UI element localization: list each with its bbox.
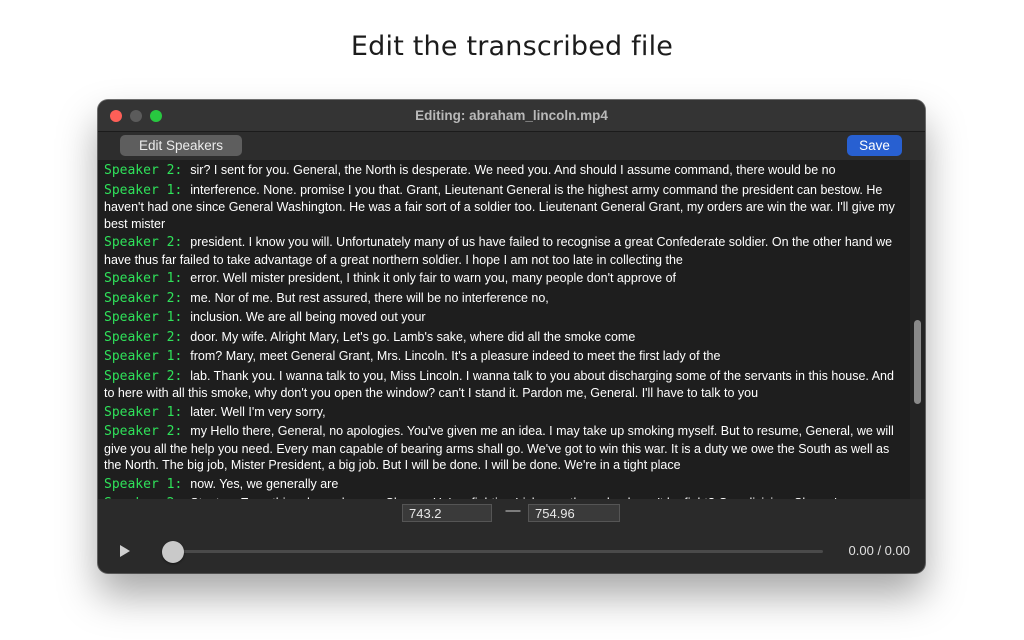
- window-title: Editing: abraham_lincoln.mp4: [415, 108, 608, 123]
- transcript-segment[interactable]: Speaker 1: inclusion. We are all being mo…: [104, 309, 900, 327]
- segment-text[interactable]: from? Mary, meet General Grant, Mrs. Lin…: [190, 349, 720, 363]
- segment-text[interactable]: interference. None. promise I you that. …: [104, 183, 895, 231]
- speaker-label: Speaker 1:: [104, 349, 183, 364]
- seek-track[interactable]: [173, 550, 823, 553]
- transcript-segment[interactable]: Speaker 2: lab. Thank you. I wanna talk t…: [104, 368, 900, 402]
- save-button[interactable]: Save: [847, 135, 902, 156]
- speaker-label: Speaker 2:: [104, 496, 182, 499]
- transcript-scrollbar[interactable]: [910, 160, 925, 499]
- transcript-segment[interactable]: Speaker 1: from? Mary, meet General Grant…: [104, 348, 900, 366]
- transcript-segment[interactable]: Speaker 2: president. I know you will. Un…: [104, 234, 900, 268]
- segment-start-field[interactable]: 743.2: [402, 504, 492, 522]
- transcript-segment[interactable]: Speaker 2: my Hello there, General, no ap…: [104, 423, 900, 474]
- segment-text[interactable]: me. Nor of me. But rest assured, there w…: [190, 291, 549, 305]
- seek-slider-knob[interactable]: [162, 541, 184, 563]
- play-icon[interactable]: [120, 545, 130, 557]
- transcript-segment[interactable]: Speaker 1: error. Well mister president, …: [104, 270, 900, 288]
- transcript-segment[interactable]: Speaker 2: sir? I sent for you. General, …: [104, 162, 900, 180]
- page-heading: Edit the transcribed file: [350, 31, 674, 62]
- segment-text[interactable]: my Hello there, General, no apologies. Y…: [104, 424, 894, 472]
- speaker-label: Speaker 2:: [104, 235, 183, 250]
- segment-text[interactable]: now. Yes, we generally are: [190, 477, 338, 491]
- toolbar: Edit Speakers Save: [98, 132, 925, 160]
- transcript-segment[interactable]: Speaker 2:Stanton. Everything depends up…: [104, 495, 900, 499]
- segment-text[interactable]: error. Well mister president, I think it…: [190, 271, 676, 285]
- transcript-segment[interactable]: Speaker 1: interference. None. promise I …: [104, 182, 900, 233]
- speaker-label: Speaker 2:: [104, 329, 183, 345]
- scrollbar-thumb[interactable]: [914, 320, 921, 404]
- segment-text[interactable]: president. I know you will. Unfortunatel…: [104, 235, 892, 267]
- segment-text[interactable]: Stanton. Everything depends upon Sharon.…: [104, 496, 877, 499]
- transcript-segment[interactable]: Speaker 2: door. My wife. Alright Mary, L…: [104, 329, 900, 347]
- transcript-list: Speaker 2: sir? I sent for you. General, …: [104, 162, 900, 499]
- range-separator: —: [505, 502, 521, 519]
- transcript-segment[interactable]: Speaker 1: now. Yes, we generally are: [104, 476, 900, 494]
- speaker-label: Speaker 2:: [104, 368, 183, 384]
- transcript-segment[interactable]: Speaker 1: later. Well I'm very sorry,: [104, 404, 900, 422]
- edit-speakers-button[interactable]: Edit Speakers: [120, 135, 242, 156]
- playback-time: 0.00 / 0.00: [848, 543, 910, 558]
- speaker-label: Speaker 1:: [104, 310, 183, 325]
- speaker-label: Speaker 1:: [104, 404, 183, 420]
- segment-end-field[interactable]: 754.96: [528, 504, 620, 522]
- segment-text[interactable]: inclusion. We are all being moved out yo…: [190, 310, 425, 324]
- segment-text[interactable]: sir? I sent for you. General, the North …: [190, 163, 835, 177]
- title-bar: Editing: abraham_lincoln.mp4: [98, 100, 925, 132]
- segment-text[interactable]: lab. Thank you. I wanna talk to you, Mis…: [104, 369, 894, 401]
- speaker-label: Speaker 1:: [104, 182, 183, 198]
- editor-window: Editing: abraham_lincoln.mp4 Edit Speake…: [98, 100, 925, 573]
- segment-text[interactable]: door. My wife. Alright Mary, Let's go. L…: [190, 330, 635, 344]
- speaker-label: Speaker 2:: [104, 163, 183, 178]
- transcript-editor[interactable]: Speaker 2: sir? I sent for you. General, …: [98, 160, 910, 499]
- speaker-label: Speaker 1:: [104, 476, 183, 492]
- transcript-segment[interactable]: Speaker 2: me. Nor of me. But rest assure…: [104, 290, 900, 308]
- speaker-label: Speaker 2:: [104, 290, 183, 306]
- segment-text[interactable]: later. Well I'm very sorry,: [190, 405, 325, 419]
- speaker-label: Speaker 2:: [104, 424, 183, 439]
- speaker-label: Speaker 1:: [104, 271, 183, 286]
